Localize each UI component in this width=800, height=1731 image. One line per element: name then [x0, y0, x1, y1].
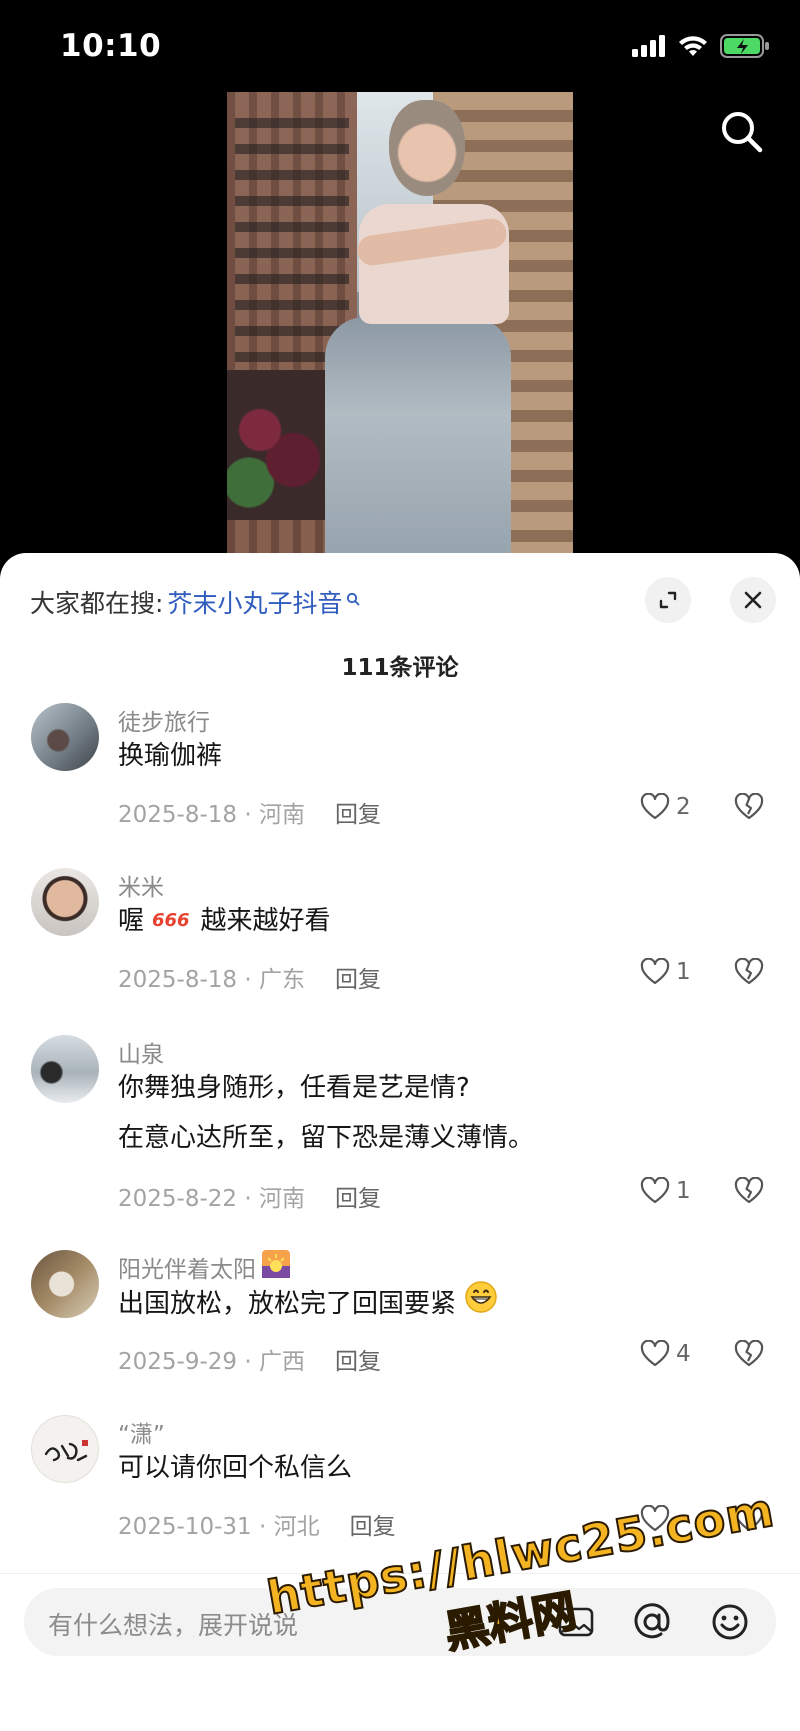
comment-text-main: 出国放松，放松完了回国要紧	[118, 1289, 457, 1319]
close-icon	[744, 591, 762, 609]
comment-date-location: 2025-8-18 · 广东	[118, 967, 305, 993]
heart-icon	[640, 793, 670, 820]
status-bar: 10:10	[0, 0, 800, 95]
reply-button[interactable]: 回复	[335, 795, 381, 829]
video-flowers	[227, 370, 337, 520]
broken-heart-icon	[734, 1339, 764, 1367]
reply-button[interactable]: 回复	[335, 960, 381, 994]
hot-search[interactable]: 大家都在搜: 芥末小丸子抖音	[30, 579, 360, 625]
expand-button[interactable]	[645, 577, 691, 623]
comment-meta: 2025-9-29 · 广西 回复	[118, 1342, 381, 1376]
search-button[interactable]	[720, 110, 768, 158]
like-button[interactable]: 4	[640, 1340, 691, 1368]
hot-search-label: 大家都在搜:	[30, 589, 164, 618]
video-person-head	[389, 100, 465, 196]
avatar[interactable]	[31, 703, 99, 771]
like-count: 1	[676, 1178, 691, 1204]
comment-text-after: 越来越好看	[200, 906, 331, 936]
username-text: 阳光伴着太阳	[118, 1257, 256, 1283]
reply-button[interactable]: 回复	[335, 1179, 381, 1213]
search-icon	[722, 112, 763, 153]
comment-text-line1: 你舞独身随形，任看是艺是情?	[118, 1073, 470, 1103]
dislike-button[interactable]	[734, 792, 764, 825]
comment-input-placeholder: 有什么想法，展开说说	[48, 1611, 299, 1640]
status-icons	[632, 34, 770, 62]
comment-text: 可以请你回个私信么	[118, 1453, 353, 1483]
svg-text:666: 666	[152, 910, 190, 930]
calligraphy-avatar-icon	[44, 1440, 88, 1462]
comment-date-location: 2025-8-22 · 河南	[118, 1186, 305, 1212]
comment-meta: 2025-10-31 · 河北 回复	[118, 1507, 396, 1541]
comment-date-location: 2025-9-29 · 广西	[118, 1349, 305, 1375]
broken-heart-icon	[734, 792, 764, 820]
comment-date-location: 2025-8-18 · 河南	[118, 802, 305, 828]
comment-username[interactable]: 徒步旅行	[118, 703, 210, 737]
like-count: 2	[676, 794, 691, 820]
close-button[interactable]	[730, 577, 776, 623]
comment-text: 换瑜伽裤	[118, 741, 223, 771]
comment-username[interactable]: 米米	[118, 868, 164, 902]
broken-heart-icon	[734, 1176, 764, 1204]
video-frame[interactable]	[227, 92, 573, 560]
comment-text: 喔 666 越来越好看	[118, 898, 331, 945]
dislike-button[interactable]	[734, 1339, 764, 1372]
broken-heart-icon	[734, 957, 764, 985]
video-person-jeans	[325, 317, 511, 560]
comment-username[interactable]: 阳光伴着太阳	[118, 1250, 290, 1284]
dislike-button[interactable]	[734, 957, 764, 990]
sunrise-emoji-icon	[262, 1250, 290, 1284]
hot-search-keyword[interactable]: 芥末小丸子抖音	[167, 584, 342, 620]
avatar[interactable]	[31, 1035, 99, 1103]
comment-text-line2: 在意心达所至，留下恐是薄义薄情。	[118, 1123, 535, 1153]
comment-username[interactable]: “潇”	[118, 1415, 165, 1449]
comment-meta: 2025-8-22 · 河南 回复	[118, 1179, 381, 1213]
reply-button[interactable]: 回复	[350, 1507, 396, 1541]
expand-icon	[659, 591, 677, 609]
comment-meta: 2025-8-18 · 河南 回复	[118, 795, 381, 829]
signal-icon	[632, 35, 666, 61]
heart-icon	[640, 1340, 670, 1367]
comment-text-before: 喔	[118, 906, 145, 936]
like-button[interactable]: 1	[640, 1177, 691, 1205]
comment-username[interactable]: 山泉	[118, 1035, 164, 1069]
avatar[interactable]	[31, 868, 99, 936]
heart-icon	[640, 958, 670, 985]
heart-icon	[640, 1177, 670, 1204]
like-count: 1	[676, 959, 691, 985]
comment-count: 111条评论	[341, 655, 459, 681]
comment-text: 出国放松，放松完了回国要紧	[118, 1280, 498, 1329]
avatar[interactable]	[31, 1250, 99, 1318]
wifi-icon	[678, 35, 708, 61]
grin-emoji-icon	[464, 1280, 498, 1329]
small-search-icon	[346, 583, 360, 612]
like-count: 4	[676, 1341, 691, 1367]
reply-button[interactable]: 回复	[335, 1342, 381, 1376]
comment-meta: 2025-8-18 · 广东 回复	[118, 960, 381, 994]
like-button[interactable]: 1	[640, 958, 691, 986]
comment-date-location: 2025-10-31 · 河北	[118, 1514, 320, 1540]
avatar[interactable]	[31, 1415, 99, 1483]
666-emoji-icon: 666	[152, 899, 192, 945]
dislike-button[interactable]	[734, 1176, 764, 1209]
like-button[interactable]: 2	[640, 793, 691, 821]
battery-icon	[720, 34, 770, 62]
status-time: 10:10	[60, 28, 162, 64]
